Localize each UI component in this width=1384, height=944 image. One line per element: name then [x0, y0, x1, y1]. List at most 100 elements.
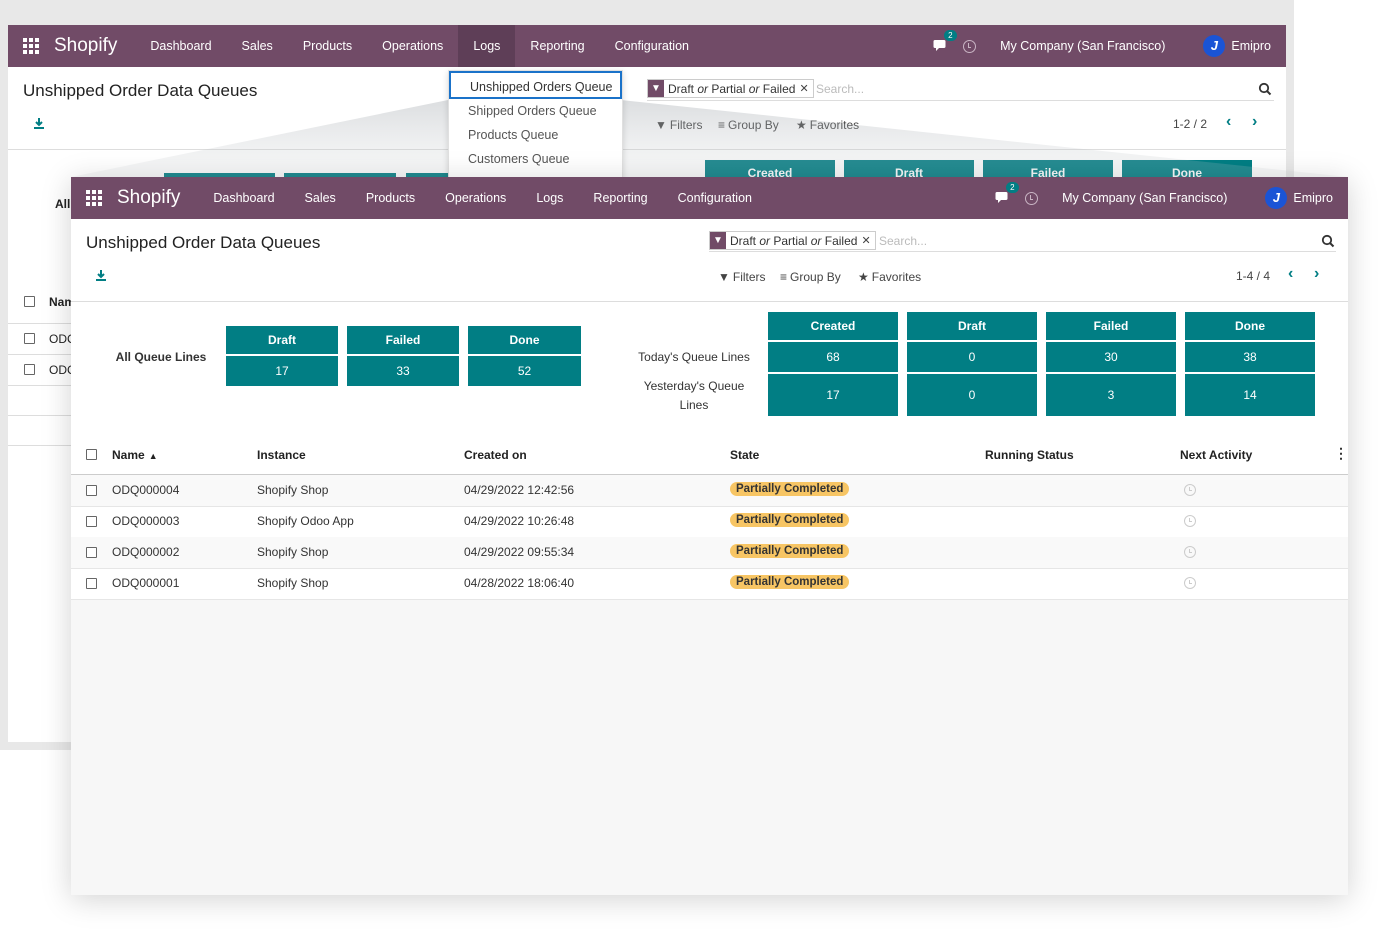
- menu-configuration[interactable]: Configuration: [600, 25, 704, 67]
- all-done-header[interactable]: Done: [468, 326, 581, 354]
- yesterday-failed-value[interactable]: 3: [1046, 374, 1176, 416]
- search-facet[interactable]: ▼ Draft or Partial or Failed ✕: [709, 231, 876, 250]
- menu-item-customers-queue[interactable]: Customers Queue: [449, 147, 622, 171]
- pager-next-icon[interactable]: ›: [1314, 265, 1319, 283]
- activity-clock-icon[interactable]: [963, 39, 977, 53]
- row-checkbox[interactable]: [86, 578, 97, 589]
- select-all-checkbox[interactable]: [24, 296, 35, 307]
- menu-logs[interactable]: Logs: [458, 25, 516, 67]
- pager-next-icon[interactable]: ›: [1252, 113, 1257, 131]
- menu-products[interactable]: Products: [288, 25, 367, 67]
- download-icon[interactable]: [95, 270, 107, 282]
- all-failed-value[interactable]: 33: [347, 356, 459, 386]
- menu-reporting[interactable]: Reporting: [578, 177, 662, 219]
- apps-menu-icon[interactable]: [86, 190, 102, 206]
- today-failed-value[interactable]: 30: [1046, 342, 1176, 372]
- filters-button[interactable]: ▼ Filters: [718, 270, 766, 284]
- all-failed-header[interactable]: Failed: [347, 326, 459, 354]
- activity-clock-icon[interactable]: [1184, 577, 1196, 589]
- menu-logs[interactable]: Logs: [521, 177, 578, 219]
- group-by-button[interactable]: ≡ Group By: [718, 118, 779, 132]
- peek-tile-draft: Draft: [844, 160, 974, 177]
- table-row[interactable]: ODQ000004 Shopify Shop 04/29/2022 12:42:…: [71, 475, 1348, 507]
- table-row[interactable]: ODQ000003 Shopify Odoo App 04/29/2022 10…: [71, 506, 1348, 538]
- row-checkbox[interactable]: [86, 485, 97, 496]
- apps-menu-icon[interactable]: [23, 38, 39, 54]
- group-by-button[interactable]: ≡ Group By: [780, 270, 841, 284]
- column-header-instance[interactable]: Instance: [257, 448, 306, 462]
- pager-value[interactable]: 1-2 / 2: [1173, 117, 1207, 131]
- chat-icon[interactable]: 2: [933, 30, 957, 53]
- menu-reporting[interactable]: Reporting: [515, 25, 599, 67]
- table-row[interactable]: ODQ000002 Shopify Shop 04/29/2022 09:55:…: [71, 537, 1348, 569]
- select-all-checkbox[interactable]: [86, 449, 97, 460]
- search-input[interactable]: Search...: [816, 82, 864, 96]
- row-checkbox[interactable]: [24, 364, 35, 375]
- activity-clock-icon[interactable]: [1025, 191, 1039, 205]
- all-done-value[interactable]: 52: [468, 356, 581, 386]
- row-checkbox[interactable]: [86, 547, 97, 558]
- company-switcher[interactable]: My Company (San Francisco): [1062, 191, 1227, 205]
- user-avatar[interactable]: J: [1265, 187, 1288, 209]
- favorites-button[interactable]: ★ Favorites: [858, 270, 921, 284]
- optional-columns-icon[interactable]: ⋮: [1334, 445, 1348, 462]
- yesterday-created-value[interactable]: 17: [768, 374, 898, 416]
- menu-dashboard[interactable]: Dashboard: [198, 177, 289, 219]
- column-header-state[interactable]: State: [730, 448, 759, 462]
- page-title: Unshipped Order Data Queues: [23, 81, 258, 100]
- period-draft-header[interactable]: Draft: [907, 312, 1037, 340]
- period-failed-header[interactable]: Failed: [1046, 312, 1176, 340]
- state-badge: Partially Completed: [730, 575, 850, 589]
- column-header-created-on[interactable]: Created on: [464, 448, 527, 462]
- chat-icon[interactable]: 2: [995, 182, 1019, 205]
- user-menu[interactable]: Emipro: [1231, 39, 1271, 53]
- column-header-next-activity[interactable]: Next Activity: [1180, 448, 1252, 462]
- app-brand[interactable]: Shopify: [117, 187, 180, 209]
- activity-clock-icon[interactable]: [1184, 515, 1196, 527]
- today-draft-value[interactable]: 0: [907, 342, 1037, 372]
- yesterday-done-value[interactable]: 14: [1185, 374, 1315, 416]
- user-avatar[interactable]: J: [1203, 35, 1226, 57]
- column-header-name[interactable]: Name ▲: [112, 448, 158, 462]
- row-checkbox[interactable]: [86, 516, 97, 527]
- search-icon[interactable]: [1321, 234, 1335, 248]
- column-header-running-status[interactable]: Running Status: [985, 448, 1074, 462]
- menu-sales[interactable]: Sales: [290, 177, 351, 219]
- download-icon[interactable]: [33, 118, 45, 130]
- app-brand[interactable]: Shopify: [54, 35, 117, 57]
- cell-created-on: 04/29/2022 12:42:56: [464, 483, 575, 497]
- menu-products[interactable]: Products: [351, 177, 430, 219]
- cell-name: ODQ000004: [112, 483, 180, 497]
- menu-sales[interactable]: Sales: [227, 25, 288, 67]
- menu-item-products-queue[interactable]: Products Queue: [449, 123, 622, 147]
- row-checkbox[interactable]: [24, 333, 35, 344]
- activity-clock-icon[interactable]: [1184, 484, 1196, 496]
- menu-item-unshipped-orders-queue[interactable]: Unshipped Orders Queue: [449, 71, 622, 99]
- yesterday-draft-value[interactable]: 0: [907, 374, 1037, 416]
- search-facet[interactable]: ▼ Draft or Partial or Failed ✕: [647, 79, 814, 98]
- today-created-value[interactable]: 68: [768, 342, 898, 372]
- pager-previous-icon[interactable]: ‹: [1288, 265, 1293, 283]
- today-done-value[interactable]: 38: [1185, 342, 1315, 372]
- search-input[interactable]: Search...: [879, 234, 927, 248]
- user-menu[interactable]: Emipro: [1293, 191, 1333, 205]
- menu-configuration[interactable]: Configuration: [663, 177, 767, 219]
- menu-operations[interactable]: Operations: [367, 25, 458, 67]
- menu-operations[interactable]: Operations: [430, 177, 521, 219]
- pager-value[interactable]: 1-4 / 4: [1236, 269, 1270, 283]
- company-switcher[interactable]: My Company (San Francisco): [1000, 39, 1165, 53]
- filters-button[interactable]: ▼ Filters: [655, 118, 703, 132]
- activity-clock-icon[interactable]: [1184, 546, 1196, 558]
- remove-facet-icon[interactable]: ✕: [861, 234, 874, 247]
- period-done-header[interactable]: Done: [1185, 312, 1315, 340]
- menu-dashboard[interactable]: Dashboard: [135, 25, 226, 67]
- all-draft-header[interactable]: Draft: [226, 326, 338, 354]
- pager-previous-icon[interactable]: ‹: [1226, 113, 1231, 131]
- search-icon[interactable]: [1258, 82, 1272, 96]
- menu-item-shipped-orders-queue[interactable]: Shipped Orders Queue: [449, 99, 622, 123]
- period-created-header[interactable]: Created: [768, 312, 898, 340]
- favorites-button[interactable]: ★ Favorites: [796, 118, 859, 132]
- all-draft-value[interactable]: 17: [226, 356, 338, 386]
- remove-facet-icon[interactable]: ✕: [799, 82, 812, 95]
- table-row[interactable]: ODQ000001 Shopify Shop 04/28/2022 18:06:…: [71, 568, 1348, 600]
